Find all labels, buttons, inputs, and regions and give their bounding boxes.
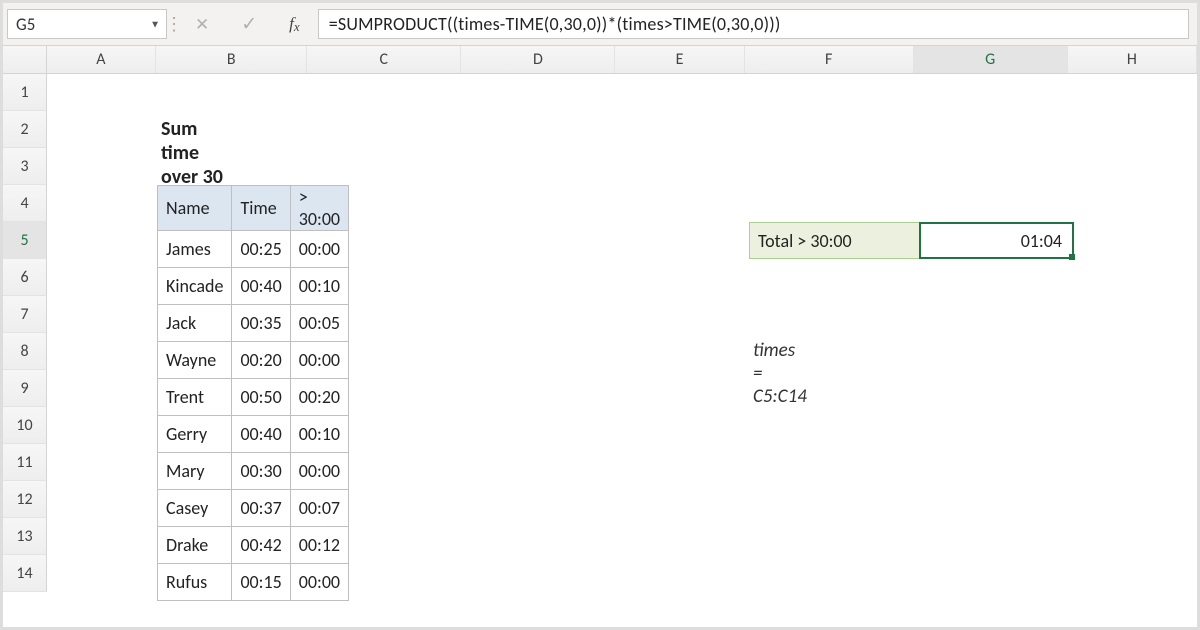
col-header-G[interactable]: G xyxy=(914,46,1068,73)
cell-over[interactable]: 00:12 xyxy=(290,527,348,564)
cell-name[interactable]: James xyxy=(158,231,232,268)
spreadsheet-grid[interactable]: A B C D E F G H 1234567891011121314 Sum … xyxy=(3,46,1197,592)
table-row: James00:2500:00 xyxy=(158,231,349,268)
cell-name[interactable]: Kincade xyxy=(158,268,232,305)
col-label: B xyxy=(227,50,236,69)
col-label: D xyxy=(533,50,543,69)
total-label: Total > 30:00 xyxy=(758,230,852,252)
cell-name[interactable]: Drake xyxy=(158,527,232,564)
col-header-E[interactable]: E xyxy=(615,46,744,73)
cell-name[interactable]: Jack xyxy=(158,305,232,342)
cell-over[interactable]: 00:07 xyxy=(290,490,348,527)
total-value: 01:04 xyxy=(1021,230,1062,252)
table-row: Kincade00:4000:10 xyxy=(158,268,349,305)
cell-name[interactable]: Trent xyxy=(158,379,232,416)
row-header-2[interactable]: 2 xyxy=(3,111,47,148)
cell-name[interactable]: Gerry xyxy=(158,416,232,453)
row-header-4[interactable]: 4 xyxy=(3,185,47,222)
cell-name[interactable]: Rufus xyxy=(158,564,232,601)
header-time[interactable]: Time xyxy=(232,186,290,231)
col-header-H[interactable]: H xyxy=(1068,46,1197,73)
cell-name[interactable]: Mary xyxy=(158,453,232,490)
cell-time[interactable]: 00:42 xyxy=(232,527,290,564)
table-row: Trent00:5000:20 xyxy=(158,379,349,416)
divider: ⋮ xyxy=(167,13,181,35)
table-row: Gerry00:4000:10 xyxy=(158,416,349,453)
cell-over[interactable]: 00:00 xyxy=(290,231,348,268)
cell-over[interactable]: 00:00 xyxy=(290,564,348,601)
col-header-F[interactable]: F xyxy=(745,46,914,73)
formula-input[interactable]: =SUMPRODUCT((times-TIME(0,30,0))*(times>… xyxy=(318,9,1189,39)
cell-over[interactable]: 00:10 xyxy=(290,268,348,305)
cell-over[interactable]: 00:10 xyxy=(290,416,348,453)
col-label: A xyxy=(96,50,105,69)
row-header-5[interactable]: 5 xyxy=(3,222,47,259)
table-row: Mary00:3000:00 xyxy=(158,453,349,490)
formula-text: =SUMPRODUCT((times-TIME(0,30,0))*(times>… xyxy=(329,13,781,35)
col-label: H xyxy=(1127,50,1137,69)
table-row: Wayne00:2000:00 xyxy=(158,342,349,379)
row-header-12[interactable]: 12 xyxy=(3,481,47,518)
cell-reference: G5 xyxy=(16,14,35,35)
enter-icon[interactable]: ✓ xyxy=(241,13,257,36)
table-row: Rufus00:1500:00 xyxy=(158,564,349,601)
cell-time[interactable]: 00:15 xyxy=(232,564,290,601)
data-table: Name Time > 30:00 James00:2500:00Kincade… xyxy=(157,185,349,601)
row-header-10[interactable]: 10 xyxy=(3,407,47,444)
column-headers: A B C D E F G H xyxy=(3,46,1197,74)
row-header-6[interactable]: 6 xyxy=(3,259,47,296)
select-all-corner[interactable] xyxy=(3,46,47,73)
table-row: Drake00:4200:12 xyxy=(158,527,349,564)
row-header-9[interactable]: 9 xyxy=(3,370,47,407)
total-label-cell[interactable]: Total > 30:00 xyxy=(749,222,919,259)
cell-time[interactable]: 00:20 xyxy=(232,342,290,379)
cell-name[interactable]: Casey xyxy=(158,490,232,527)
col-label: E xyxy=(676,50,684,69)
total-value-cell[interactable]: 01:04 xyxy=(919,222,1074,259)
cell-time[interactable]: 00:25 xyxy=(232,231,290,268)
cell-over[interactable]: 00:00 xyxy=(290,342,348,379)
header-name[interactable]: Name xyxy=(158,186,232,231)
col-header-D[interactable]: D xyxy=(461,46,615,73)
col-header-A[interactable]: A xyxy=(47,46,156,73)
cell-time[interactable]: 00:40 xyxy=(232,268,290,305)
row-header-8[interactable]: 8 xyxy=(3,333,47,370)
cell-time[interactable]: 00:50 xyxy=(232,379,290,416)
header-over[interactable]: > 30:00 xyxy=(290,186,348,231)
formula-bar-buttons: ✕ ✓ fx xyxy=(181,13,318,36)
total-box: Total > 30:00 01:04 xyxy=(749,222,1074,259)
col-label: F xyxy=(825,50,832,69)
cell-over[interactable]: 00:05 xyxy=(290,305,348,342)
chevron-down-icon[interactable]: ▼ xyxy=(150,18,160,31)
cancel-icon[interactable]: ✕ xyxy=(195,14,209,35)
cell-over[interactable]: 00:20 xyxy=(290,379,348,416)
name-box[interactable]: G5 ▼ xyxy=(7,9,167,39)
row-header-14[interactable]: 14 xyxy=(3,555,47,592)
col-label: C xyxy=(380,50,389,69)
row-header-3[interactable]: 3 xyxy=(3,148,47,185)
row-header-7[interactable]: 7 xyxy=(3,296,47,333)
cell-time[interactable]: 00:37 xyxy=(232,490,290,527)
cell-name[interactable]: Wayne xyxy=(158,342,232,379)
row-header-13[interactable]: 13 xyxy=(3,518,47,555)
table-row: Jack00:3500:05 xyxy=(158,305,349,342)
col-header-B[interactable]: B xyxy=(156,46,307,73)
col-header-C[interactable]: C xyxy=(307,46,461,73)
table-row: Casey00:3700:07 xyxy=(158,490,349,527)
cell-time[interactable]: 00:35 xyxy=(232,305,290,342)
col-label: G xyxy=(985,50,995,69)
cell-time[interactable]: 00:40 xyxy=(232,416,290,453)
range-note: times = C5:C14 xyxy=(749,339,807,408)
formula-bar: G5 ▼ ⋮ ✕ ✓ fx =SUMPRODUCT((times-TIME(0,… xyxy=(3,3,1197,46)
cell-over[interactable]: 00:00 xyxy=(290,453,348,490)
row-header-1[interactable]: 1 xyxy=(3,74,47,111)
fx-icon[interactable]: fx xyxy=(289,14,300,34)
cell-time[interactable]: 00:30 xyxy=(232,453,290,490)
table-header-row: Name Time > 30:00 xyxy=(158,186,349,231)
row-header-11[interactable]: 11 xyxy=(3,444,47,481)
